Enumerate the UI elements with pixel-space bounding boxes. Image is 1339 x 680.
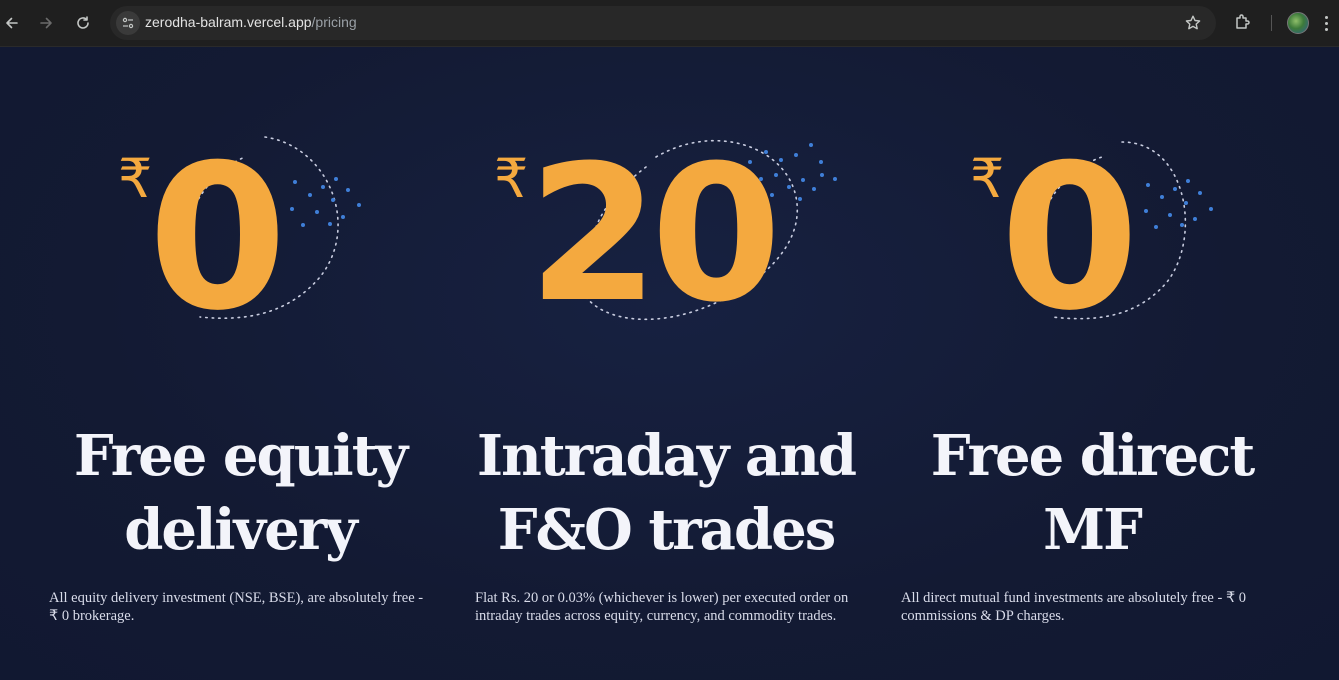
card-title: Intraday and F&O trades — [456, 419, 876, 567]
price-amount: 0 — [148, 127, 287, 337]
card-title-line2: MF — [1043, 497, 1143, 563]
url-host: zerodha-balram.vercel.app — [145, 14, 312, 30]
price-illustration: ₹ 20 — [494, 127, 837, 337]
more-menu-icon[interactable] — [1322, 12, 1330, 34]
price-illustration: ₹ 0 — [118, 127, 361, 337]
address-bar[interactable]: zerodha-balram.vercel.app/pricing — [110, 6, 1216, 40]
profile-avatar[interactable] — [1287, 12, 1309, 34]
pricing-card-intraday-fo: ₹ 20 Intraday and F&O trades Flat Rs. 20… — [456, 47, 876, 680]
extensions-icon[interactable] — [1233, 12, 1253, 32]
price-illustration: ₹ 0 — [970, 127, 1213, 337]
back-icon[interactable] — [0, 11, 24, 35]
card-title-line1: Free equity — [73, 423, 408, 489]
toolbar-divider — [1271, 15, 1272, 31]
url-path: /pricing — [311, 14, 357, 30]
blue-dots — [1144, 179, 1213, 229]
card-title-line1: Free direct — [930, 423, 1256, 489]
card-title-line2: F&O trades — [497, 497, 837, 563]
card-title: Free equity delivery — [30, 419, 450, 567]
price-amount: 20 — [528, 127, 774, 337]
card-title-line1: Intraday and — [476, 423, 857, 489]
blue-dots — [290, 177, 361, 227]
pricing-card-equity-delivery: ₹ 0 Free equity delivery All equity deli… — [30, 47, 450, 680]
rupee-symbol: ₹ — [494, 147, 528, 210]
card-title: Free direct MF — [882, 419, 1302, 567]
pricing-page: ₹ 0 Free equity delivery All equity deli… — [0, 47, 1339, 680]
site-info-icon[interactable] — [116, 11, 140, 35]
card-title-line2: delivery — [124, 497, 358, 563]
url-text[interactable]: zerodha-balram.vercel.app/pricing — [145, 14, 357, 30]
browser-toolbar: zerodha-balram.vercel.app/pricing — [0, 0, 1339, 47]
card-description: All equity delivery investment (NSE, BSE… — [49, 590, 424, 624]
forward-icon[interactable] — [34, 11, 58, 35]
bookmark-star-icon[interactable] — [1184, 14, 1202, 32]
pricing-card-direct-mf: ₹ 0 Free direct MF All direct mutual fun… — [882, 47, 1302, 680]
card-description: Flat Rs. 20 or 0.03% (whichever is lower… — [475, 590, 849, 624]
card-description: All direct mutual fund investments are a… — [901, 590, 1247, 624]
reload-icon[interactable] — [71, 11, 95, 35]
price-amount: 0 — [1000, 127, 1139, 337]
